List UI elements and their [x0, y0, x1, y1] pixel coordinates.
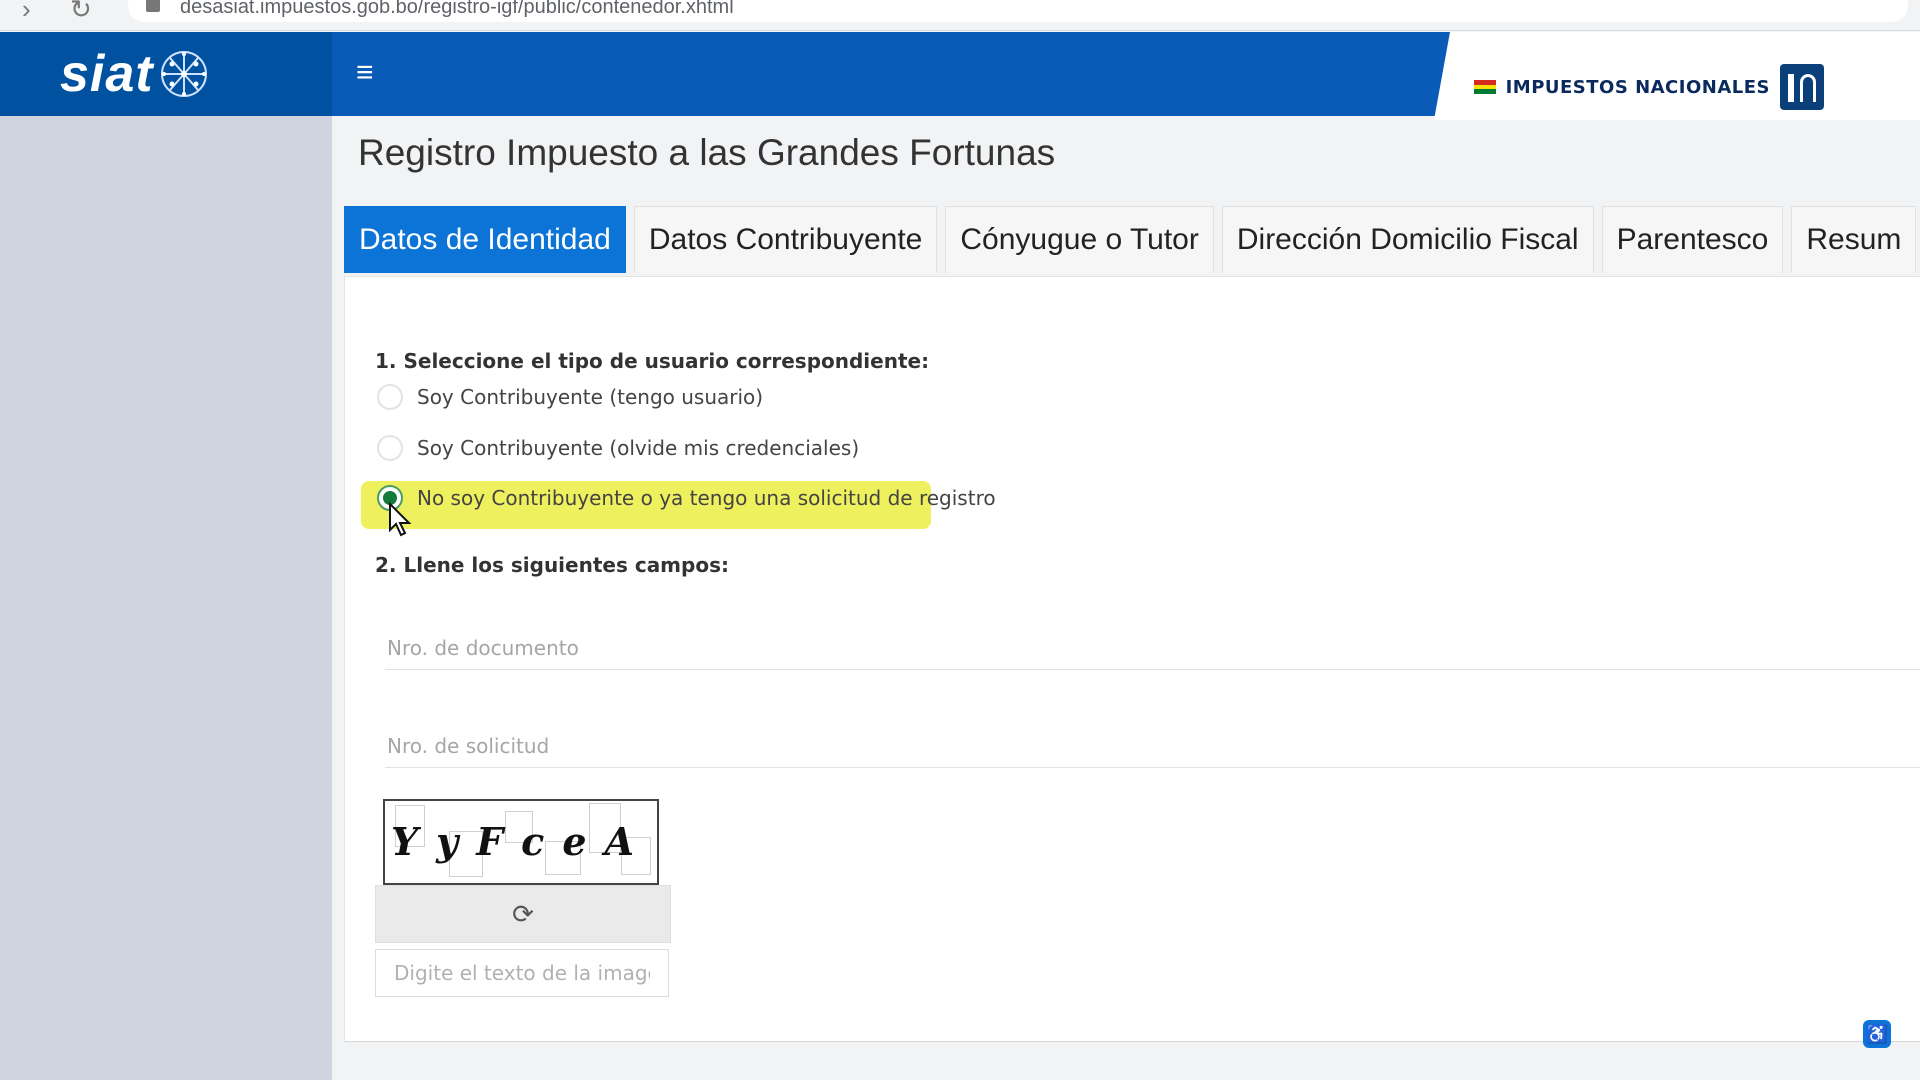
- nro-documento-input[interactable]: [385, 625, 1920, 671]
- step1-title: 1. Seleccione el tipo de usuario corresp…: [375, 349, 930, 373]
- siat-logo: siat: [60, 45, 154, 103]
- captcha-image: YyFceA: [383, 799, 659, 885]
- radio-button[interactable]: [377, 384, 403, 410]
- page-title: Registro Impuesto a las Grandes Fortunas: [358, 132, 1056, 173]
- address-bar[interactable]: desasiat.impuestos.gob.bo/registro-igf/p…: [128, 0, 1908, 22]
- captcha-text: YyFceA: [391, 819, 652, 864]
- tab-direccion-domicilio[interactable]: Dirección Domicilio Fiscal: [1221, 206, 1594, 273]
- radio-option-no-contribuyente[interactable]: No soy Contribuyente o ya tengo una soli…: [377, 485, 996, 511]
- radio-option-olvide-credenciales[interactable]: Soy Contribuyente (olvide mis credencial…: [377, 435, 859, 461]
- bolivia-flag-icon: [1473, 80, 1496, 94]
- radio-button[interactable]: [377, 435, 403, 461]
- brand-header: siat: [0, 32, 332, 116]
- tab-datos-contribuyente[interactable]: Datos Contribuyente: [633, 206, 938, 273]
- nro-solicitud-input[interactable]: [385, 723, 1920, 769]
- hamburger-menu-icon[interactable]: ≡: [356, 56, 374, 90]
- browser-toolbar: › ↻ desasiat.impuestos.gob.bo/registro-i…: [0, 0, 1920, 31]
- tab-datos-identidad[interactable]: Datos de Identidad: [344, 206, 626, 273]
- url-text: desasiat.impuestos.gob.bo/registro-igf/p…: [180, 0, 734, 18]
- step2-title: 2. Llene los siguientes campos:: [375, 553, 729, 577]
- radio-label: Soy Contribuyente (tengo usuario): [417, 385, 764, 409]
- back-icon[interactable]: ›: [22, 0, 31, 25]
- tab-bar: Datos de Identidad Datos Contribuyente C…: [344, 206, 1917, 273]
- captcha-input-field[interactable]: [375, 949, 669, 997]
- form-panel: 1. Seleccione el tipo de usuario corresp…: [344, 276, 1920, 1042]
- sidebar: [0, 32, 332, 1080]
- org-name: IMPUESTOS NACIONALES: [1505, 76, 1770, 98]
- nro-solicitud-field[interactable]: [385, 723, 1920, 769]
- top-header: ≡ IMPUESTOS NACIONALES: [332, 32, 1920, 120]
- nro-documento-field[interactable]: [385, 625, 1920, 671]
- refresh-icon: ⟳: [512, 898, 534, 929]
- tab-conyugue-tutor[interactable]: Cónyugue o Tutor: [945, 206, 1214, 273]
- mouse-cursor-icon: [389, 502, 412, 537]
- reload-icon[interactable]: ↻: [70, 0, 92, 25]
- org-branding: IMPUESTOS NACIONALES: [1473, 64, 1824, 110]
- radio-label: Soy Contribuyente (olvide mis credencial…: [417, 436, 860, 460]
- siat-logo-mark-icon: [161, 51, 207, 97]
- captcha-input[interactable]: [376, 950, 668, 996]
- tab-resumen[interactable]: Resum: [1791, 206, 1917, 273]
- captcha-refresh-button[interactable]: ⟳: [375, 885, 671, 943]
- lock-icon: [146, 0, 160, 12]
- tab-parentesco[interactable]: Parentesco: [1601, 206, 1784, 273]
- impuestos-logo-icon: [1780, 64, 1824, 110]
- accessibility-icon[interactable]: ♿: [1863, 1020, 1891, 1048]
- radio-label: No soy Contribuyente o ya tengo una soli…: [417, 486, 996, 510]
- radio-option-tengo-usuario[interactable]: Soy Contribuyente (tengo usuario): [377, 384, 763, 410]
